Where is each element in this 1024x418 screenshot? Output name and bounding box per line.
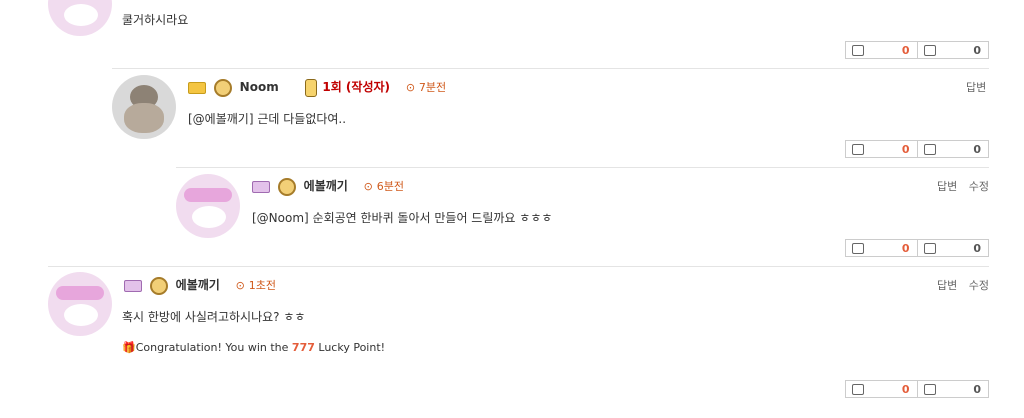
dislike-button[interactable]: 0 [918,240,989,256]
level-icon [124,279,142,292]
thumbs-down-icon [923,44,936,56]
author-name[interactable]: 에볼깨기 [176,278,220,292]
divider [112,68,989,69]
lucky-number: 777 [291,341,315,354]
avatar [112,75,176,139]
comment-time: 1초전 [248,279,276,292]
like-button[interactable]: 0 [846,141,918,157]
vote-box: 0 0 [845,41,989,59]
edit-link[interactable]: 수정 [969,279,989,292]
like-button[interactable]: 0 [846,240,918,256]
gift-icon: 🎁 [122,341,136,354]
reply-link[interactable]: 답변 [937,279,957,292]
comment-text: [@에볼깨기] 근데 다들없다여.. [188,112,347,126]
comment-text: 혹시 한방에 사실려고하시나요? ㅎㅎ [122,310,306,324]
comment-actions: 답변 수정 [937,178,989,194]
thumbs-up-icon [852,383,864,395]
coin-icon [149,276,168,295]
comment-time: 7분전 [418,81,447,94]
avatar [176,174,240,238]
like-button[interactable]: 0 [846,42,918,58]
dislike-button[interactable]: 0 [918,141,989,157]
comment-time: 6분전 [376,180,404,193]
hand-icon [304,78,317,97]
reply-link[interactable]: 답변 [937,180,957,193]
vote-box: 0 0 [845,380,989,398]
author-name[interactable]: 에볼깨기 [304,179,348,193]
edit-link[interactable]: 수정 [969,180,989,193]
author-name[interactable]: Noom [240,80,279,94]
lucky-point-notice: 🎁Congratulation! You win the 777 Lucky P… [122,341,386,354]
level-icon [188,81,206,94]
comment-actions: 답변 수정 [937,277,989,293]
vote-box: 0 0 [845,239,989,257]
clock-icon: ⊙ [235,279,245,292]
dislike-button[interactable]: 0 [918,381,989,397]
comment-header: 에볼깨기 ⊙ 1초전 [124,276,276,295]
thumbs-up-icon [852,143,864,155]
thumbs-down-icon [923,242,936,254]
reply-link[interactable]: 답변 [966,81,986,94]
level-icon [252,180,270,193]
comment-header: 에볼깨기 ⊙ 6분전 [252,177,404,196]
author-badge: 1회 (작성자) [322,80,391,94]
clock-icon: ⊙ [363,180,373,193]
thumbs-up-icon [852,44,864,56]
dislike-button[interactable]: 0 [918,42,989,58]
comment-text: 쿨거하시라요 [122,13,189,27]
vote-box: 0 0 [845,140,989,158]
avatar [48,272,112,336]
coin-icon [213,78,232,97]
comment-actions: 답변 [966,79,986,95]
divider [176,167,989,168]
comment-text: [@Noom] 순회공연 한바퀴 돌아서 만들어 드릴까요 ㅎㅎㅎ [252,211,553,225]
comment-header: Noom 1회 (작성자) ⊙ 7분전 [188,78,446,97]
avatar [48,0,112,36]
clock-icon: ⊙ [405,81,416,94]
thumbs-up-icon [852,242,864,254]
thumbs-down-icon [923,143,936,155]
thumbs-down-icon [923,383,936,395]
divider [48,266,989,267]
coin-icon [277,177,296,196]
like-button[interactable]: 0 [846,381,918,397]
